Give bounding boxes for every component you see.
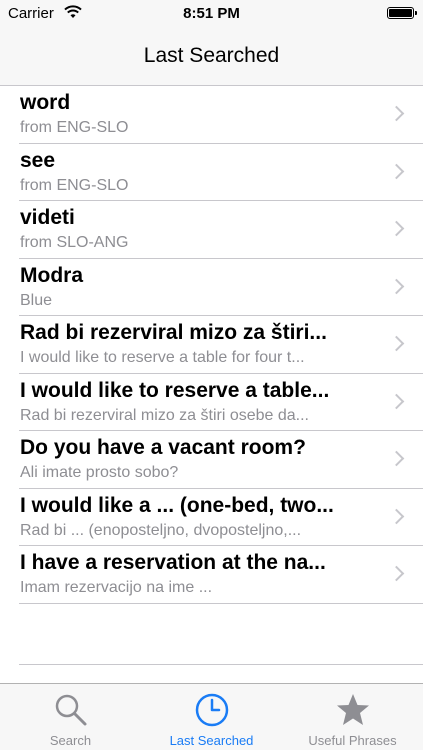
list-item-subtitle: from SLO-ANG [20,234,129,251]
chevron-right-icon [388,450,405,467]
status-bar: Carrier 8:51 PM [0,0,423,28]
clock-icon [194,692,230,733]
list-item-subtitle: Rad bi ... (enoposteljno, dvoposteljno,.… [20,521,302,539]
list-item-subtitle: from ENG-SLO [20,119,129,136]
tab-bar: Search Last Searched Useful Phrases [0,683,423,750]
battery-icon [387,7,417,19]
list-item[interactable]: I would like a ... (one-bed, two... Rad … [0,489,423,547]
list-item[interactable]: see from ENG-SLO [0,144,423,202]
tab-label: Search [49,733,92,748]
list-item-title: word [20,91,71,114]
battery-level-fill [389,9,412,17]
list-item-subtitle: Rad bi rezerviral mizo za štiri osebe da… [20,406,309,424]
list-item[interactable]: Rad bi rezerviral mizo za štiri... I wou… [0,316,423,374]
list-item[interactable]: word from ENG-SLO [0,86,423,144]
navigation-bar: Last Searched [0,28,423,86]
list-item-title: I would like to reserve a table... [20,378,330,402]
list-item-title: Rad bi rezerviral mizo za štiri... [20,321,327,344]
tab-label: Last Searched [169,733,254,748]
list-item-title: videti [20,206,75,229]
list-item-subtitle: Imam rezervacijo na ime ... [20,579,213,596]
list-divider [19,664,423,665]
list-item[interactable]: Modra Blue [0,259,423,317]
status-time: 8:51 PM [183,5,240,22]
chevron-right-icon [388,508,405,524]
list-item-title: I have a reservation at the na... [20,551,326,574]
tab-useful-phrases[interactable]: Useful Phrases [282,684,423,750]
chevron-right-icon [388,335,405,352]
list-item[interactable]: I would like to reserve a table... Rad b… [0,374,423,432]
list-item[interactable]: videti from SLO-ANG [0,201,423,259]
tab-last-searched[interactable]: Last Searched [141,684,282,750]
tab-label: Useful Phrases [308,733,397,748]
chevron-right-icon [388,565,405,582]
list-item-subtitle: from ENG-SLO [20,176,129,194]
star-icon [335,692,371,733]
list-item[interactable]: Do you have a vacant room? Ali imate pro… [0,431,423,489]
list-item-title: I would like a ... (one-bed, two... [20,493,334,517]
list-item-subtitle: Blue [20,291,53,309]
page-title: Last Searched [143,44,280,67]
list-item-title: Modra [20,263,83,287]
history-list: word from ENG-SLO see from ENG-SLO videt… [0,86,423,604]
chevron-right-icon [388,220,405,237]
list-item-subtitle: Ali imate prosto sobo? [20,464,179,481]
chevron-right-icon [388,393,405,409]
chevron-right-icon [388,105,405,122]
list-item-title: see [20,148,56,172]
list-item-subtitle: I would like to reserve a table for four… [20,349,305,366]
chevron-right-icon [388,163,405,179]
list-item-title: Do you have a vacant room? [20,436,306,459]
search-icon [53,692,89,733]
list-item[interactable]: I have a reservation at the na... Imam r… [0,546,423,604]
chevron-right-icon [388,278,405,294]
tab-search[interactable]: Search [0,684,141,750]
